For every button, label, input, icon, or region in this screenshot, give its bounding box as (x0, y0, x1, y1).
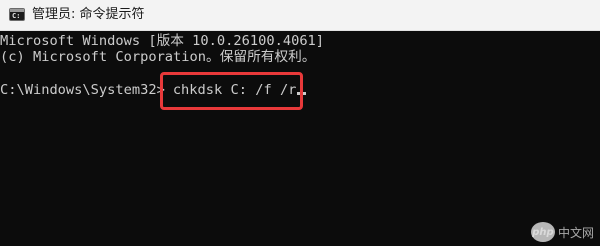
window-title: 管理员: 命令提示符 (32, 7, 145, 22)
php-logo-icon: php (530, 222, 555, 242)
console-output[interactable]: Microsoft Windows [版本 10.0.26100.4061] (… (0, 31, 600, 246)
cmd-console-icon: C: (9, 8, 25, 21)
command-prompt-window: C: 管理员: 命令提示符 Microsoft Windows [版本 10.0… (0, 0, 600, 246)
title-bar[interactable]: C: 管理员: 命令提示符 (0, 0, 600, 31)
watermark-text: 中文网 (557, 225, 594, 240)
site-watermark: php 中文网 (530, 222, 594, 242)
watermark-logo-text: php (532, 226, 554, 238)
command-highlight-box (160, 72, 303, 110)
console-prompt: C:\Windows\System32> (0, 82, 165, 98)
console-line-copyright: (c) Microsoft Corporation。保留所有权利。 (0, 49, 316, 65)
